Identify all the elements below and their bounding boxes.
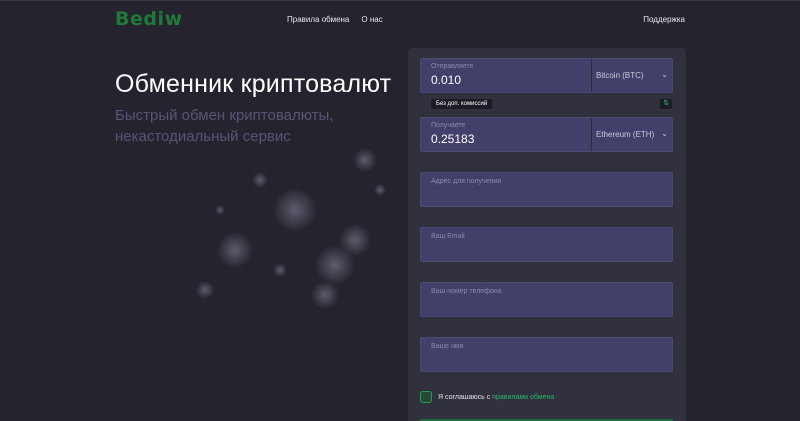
receive-amount-field[interactable]: Получаете 0.25183 Ethereum (ETH) ⌄ bbox=[420, 117, 673, 152]
top-border bbox=[0, 0, 800, 1]
main-nav: Правила обмена О нас bbox=[287, 15, 383, 24]
page-title: Обменник криптовалют bbox=[115, 70, 392, 98]
phone-placeholder: Ваш номер телефона bbox=[431, 288, 502, 295]
agree-text: Я соглашаюсь с правилами обмена bbox=[438, 394, 554, 401]
decorative-particles bbox=[196, 148, 386, 309]
logo[interactable]: Bediw bbox=[115, 8, 183, 30]
email-placeholder: Ваш Email bbox=[431, 233, 465, 240]
receive-label: Получаете bbox=[431, 122, 466, 129]
name-input[interactable]: Ваше имя bbox=[420, 337, 673, 372]
agree-text-main: Я соглашаюсь с bbox=[438, 393, 493, 401]
receive-currency-value: Ethereum (ETH) bbox=[596, 130, 655, 139]
send-currency-select[interactable]: Bitcoin (BTC) ⌄ bbox=[591, 59, 672, 92]
chevron-down-icon: ⌄ bbox=[661, 129, 668, 138]
agree-row: Я соглашаюсь с правилами обмена bbox=[420, 391, 554, 403]
send-label: Отправляете bbox=[431, 63, 474, 70]
receive-currency-select[interactable]: Ethereum (ETH) ⌄ bbox=[591, 118, 672, 151]
name-placeholder: Ваше имя bbox=[431, 343, 464, 350]
page-subtitle: Быстрый обмен криптовалюты, некастодиаль… bbox=[115, 107, 334, 145]
receive-amount-input[interactable]: 0.25183 bbox=[431, 132, 474, 146]
email-input[interactable]: Ваш Email bbox=[420, 227, 673, 262]
fee-badge: Без доп. комиссий bbox=[431, 99, 493, 109]
send-amount-input[interactable]: 0.010 bbox=[431, 73, 461, 87]
swap-arrows-icon[interactable]: ⇅ bbox=[660, 99, 672, 109]
nav-link-about[interactable]: О нас bbox=[361, 15, 382, 24]
address-placeholder: Адрес для получения bbox=[431, 178, 502, 185]
address-input[interactable]: Адрес для получения bbox=[420, 172, 673, 207]
send-amount-field[interactable]: Отправляете 0.010 Bitcoin (BTC) ⌄ bbox=[420, 58, 673, 93]
chevron-down-icon: ⌄ bbox=[661, 70, 668, 79]
rules-link[interactable]: правилами обмена bbox=[492, 394, 554, 401]
support-link[interactable]: Поддержка bbox=[643, 15, 685, 24]
agree-checkbox[interactable] bbox=[420, 391, 432, 403]
nav-link-rules[interactable]: Правила обмена bbox=[287, 15, 349, 24]
phone-input[interactable]: Ваш номер телефона bbox=[420, 282, 673, 317]
send-currency-value: Bitcoin (BTC) bbox=[596, 71, 644, 80]
